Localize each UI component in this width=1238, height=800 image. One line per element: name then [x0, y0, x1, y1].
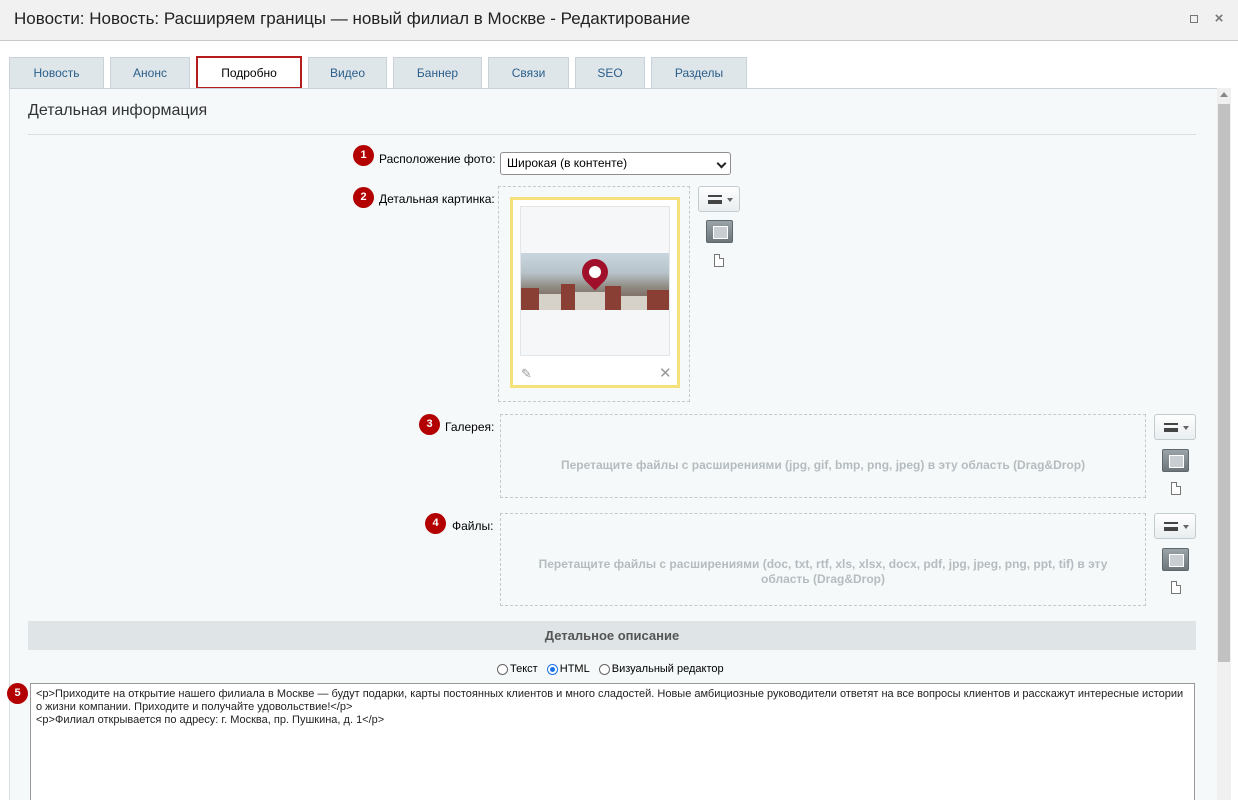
window-title: Новости: Новость: Расширяем границы — но…: [14, 9, 691, 28]
pencil-icon[interactable]: ✎: [521, 366, 532, 382]
gallery-medialib-button[interactable]: [1162, 449, 1189, 472]
moscow-photo-thumbnail: [521, 253, 669, 310]
files-drop-hint: Перетащите файлы с расширениями (doc, tx…: [538, 557, 1108, 586]
maximize-icon[interactable]: [1187, 12, 1201, 26]
radio-text[interactable]: [497, 663, 508, 675]
files-medialib-button[interactable]: [1162, 548, 1189, 571]
scroll-up-icon[interactable]: [1220, 92, 1228, 97]
badge-1: 1: [353, 145, 374, 166]
radio-visual-editor-label: Визуальный редактор: [611, 663, 724, 676]
detail-image-card[interactable]: ✎ ✕: [510, 197, 680, 388]
menu-lines-icon: [1164, 522, 1178, 531]
radio-html[interactable]: [546, 663, 558, 675]
detail-image-menu-button[interactable]: [698, 186, 740, 212]
badge-2: 2: [353, 187, 374, 208]
tab-news[interactable]: Новость: [9, 57, 104, 88]
radio-html-label: HTML: [559, 663, 590, 676]
badge-4: 4: [425, 513, 446, 534]
gallery-dropzone[interactable]: [500, 414, 1146, 498]
section-divider: [28, 134, 1196, 135]
photo-position-label: Расположение фото:: [379, 152, 496, 166]
photo-position-select[interactable]: Широкая (в контенте): [500, 152, 731, 175]
tab-links[interactable]: Связи: [488, 57, 569, 88]
badge-5: 5: [7, 683, 28, 704]
detail-image-label: Детальная картинка:: [379, 192, 495, 206]
gallery-menu-button[interactable]: [1154, 414, 1196, 440]
radio-visual-editor[interactable]: [598, 663, 610, 675]
chevron-down-icon: [716, 158, 727, 169]
gallery-label: Галерея:: [445, 420, 495, 434]
section-title: Детальная информация: [28, 102, 208, 119]
window-titlebar: Новости: Новость: Расширяем границы — но…: [0, 0, 1238, 41]
gallery-file-icon[interactable]: [1171, 482, 1181, 495]
gallery-drop-hint: Перетащите файлы с расширениями (jpg, gi…: [560, 458, 1086, 472]
delete-icon[interactable]: ✕: [659, 364, 672, 382]
tab-announce[interactable]: Анонс: [110, 57, 190, 88]
detail-image-file-icon[interactable]: [714, 254, 724, 267]
files-label: Файлы:: [452, 519, 494, 533]
caret-down-icon: [1183, 426, 1189, 430]
description-header: Детальное описание: [28, 621, 1196, 650]
description-html-editor[interactable]: <p>Приходите на открытие нашего филиала …: [30, 683, 1195, 800]
menu-lines-icon: [708, 195, 722, 204]
badge-3: 3: [419, 414, 440, 435]
caret-down-icon: [727, 198, 733, 202]
close-icon[interactable]: ×: [1212, 11, 1226, 26]
vertical-scrollbar[interactable]: [1217, 88, 1231, 800]
caret-down-icon: [1183, 525, 1189, 529]
detail-image-preview: [520, 206, 670, 356]
radio-text-label: Текст: [510, 663, 538, 676]
map-pin-icon: [576, 253, 614, 291]
photo-position-value: Широкая (в контенте): [507, 156, 628, 170]
tab-sections[interactable]: Разделы: [651, 57, 747, 88]
menu-lines-icon: [1164, 423, 1178, 432]
scrollbar-thumb[interactable]: [1218, 104, 1230, 662]
files-file-icon[interactable]: [1171, 581, 1181, 594]
files-menu-button[interactable]: [1154, 513, 1196, 539]
editor-mode-switch: Текст HTML Визуальный редактор: [497, 663, 730, 675]
tab-bar: Новость Анонс Подробно Видео Баннер Связ…: [0, 41, 1238, 89]
detail-image-medialib-button[interactable]: [706, 220, 733, 243]
tab-seo[interactable]: SEO: [575, 57, 645, 88]
tab-banner[interactable]: Баннер: [393, 57, 482, 88]
tab-details[interactable]: Подробно: [196, 56, 302, 89]
tab-video[interactable]: Видео: [308, 57, 387, 88]
